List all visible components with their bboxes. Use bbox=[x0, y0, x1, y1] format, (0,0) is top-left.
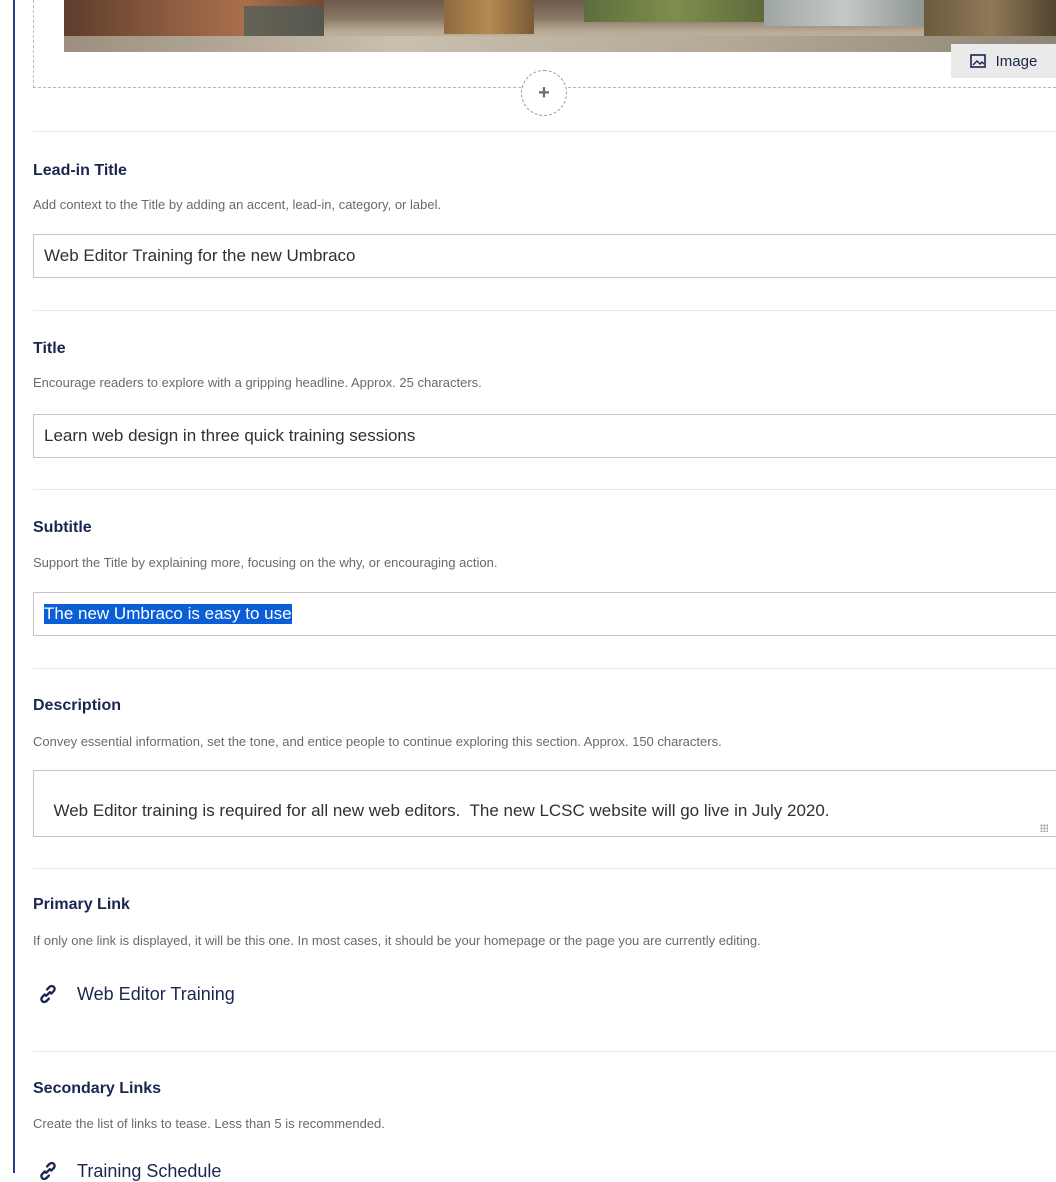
title-label: Title bbox=[33, 340, 66, 357]
divider bbox=[33, 668, 1056, 669]
secondary-link-item[interactable]: Training Schedule bbox=[37, 1160, 221, 1182]
divider bbox=[33, 868, 1056, 869]
lead-in-title-description: Add context to the Title by adding an ac… bbox=[33, 197, 442, 212]
divider bbox=[33, 131, 1056, 132]
image-icon bbox=[969, 54, 986, 68]
title-input[interactable]: Learn web design in three quick training… bbox=[33, 414, 1056, 458]
image-badge-label: Image bbox=[995, 52, 1038, 70]
lead-in-title-label: Lead-in Title bbox=[33, 162, 127, 179]
title-description: Encourage readers to explore with a grip… bbox=[33, 375, 482, 390]
secondary-link-text: Training Schedule bbox=[77, 1160, 222, 1181]
divider bbox=[33, 310, 1056, 311]
subtitle-description: Support the Title by explaining more, fo… bbox=[33, 555, 498, 570]
secondary-links-label: Secondary Links bbox=[33, 1080, 162, 1097]
link-icon bbox=[37, 983, 59, 1005]
resize-handle[interactable] bbox=[1040, 824, 1048, 832]
subtitle-input[interactable]: The new Umbraco is easy to use bbox=[33, 592, 1056, 636]
description-value: Web Editor training is required for all … bbox=[53, 801, 830, 820]
add-block-button[interactable]: + bbox=[521, 70, 567, 116]
title-value: Learn web design in three quick training… bbox=[44, 426, 416, 445]
subtitle-label: Subtitle bbox=[33, 519, 92, 536]
campus-photo[interactable] bbox=[64, 0, 1056, 52]
divider bbox=[33, 1051, 1056, 1052]
primary-link-label: Primary Link bbox=[33, 896, 130, 913]
link-icon bbox=[37, 1160, 59, 1182]
primary-link-item[interactable]: Web Editor Training bbox=[37, 983, 235, 1005]
description-label: Description bbox=[33, 697, 122, 714]
editor-frame-border bbox=[13, 0, 15, 1173]
subtitle-value-selected: The new Umbraco is easy to use bbox=[44, 604, 292, 624]
plus-icon: + bbox=[538, 81, 550, 104]
description-textarea[interactable]: Web Editor training is required for all … bbox=[33, 770, 1056, 837]
lead-in-title-input[interactable]: Web Editor Training for the new Umbraco bbox=[33, 234, 1056, 278]
description-description: Convey essential information, set the to… bbox=[33, 734, 722, 749]
divider bbox=[33, 489, 1056, 490]
primary-link-text: Web Editor Training bbox=[77, 983, 235, 1004]
primary-link-description: If only one link is displayed, it will b… bbox=[33, 933, 761, 948]
lead-in-title-value: Web Editor Training for the new Umbraco bbox=[44, 246, 356, 265]
image-type-badge[interactable]: Image bbox=[951, 44, 1056, 78]
secondary-links-description: Create the list of links to tease. Less … bbox=[33, 1116, 385, 1131]
